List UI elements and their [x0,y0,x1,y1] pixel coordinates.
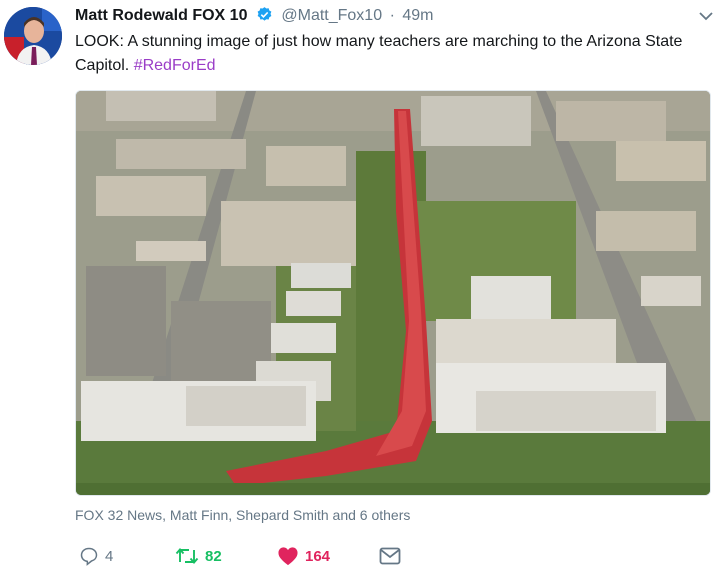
tweet-text: LOOK: A stunning image of just how many … [75,30,705,78]
heart-icon [277,546,299,566]
retweet-icon [175,546,199,566]
mail-icon [379,547,401,565]
tweet-photo[interactable] [75,90,711,496]
retweet-button[interactable]: 82 [175,543,222,569]
social-context[interactable]: FOX 32 News, Matt Finn, Shepard Smith an… [75,507,410,523]
reply-button[interactable]: 4 [79,543,113,569]
tweet: Matt Rodewald FOX 10 @Matt_Fox10 · 49m L… [0,0,724,579]
reply-count: 4 [105,547,114,565]
separator: · [389,7,395,24]
verified-icon [256,6,273,28]
aerial-photo [76,91,710,495]
like-button[interactable]: 164 [277,543,330,569]
chevron-down-icon[interactable] [698,8,714,24]
display-name[interactable]: Matt Rodewald FOX 10 [75,7,247,24]
retweet-count: 82 [205,547,222,565]
timestamp[interactable]: 49m [402,7,433,24]
hashtag-link[interactable]: #RedForEd [134,57,216,74]
direct-message-button[interactable] [379,543,401,569]
tweet-actions: 4 82 164 [75,543,475,569]
handle[interactable]: @Matt_Fox10 [281,7,382,24]
reply-icon [79,546,99,566]
tweet-header: Matt Rodewald FOX 10 @Matt_Fox10 · 49m [75,6,715,28]
like-count: 164 [305,547,331,565]
avatar[interactable] [4,7,62,65]
